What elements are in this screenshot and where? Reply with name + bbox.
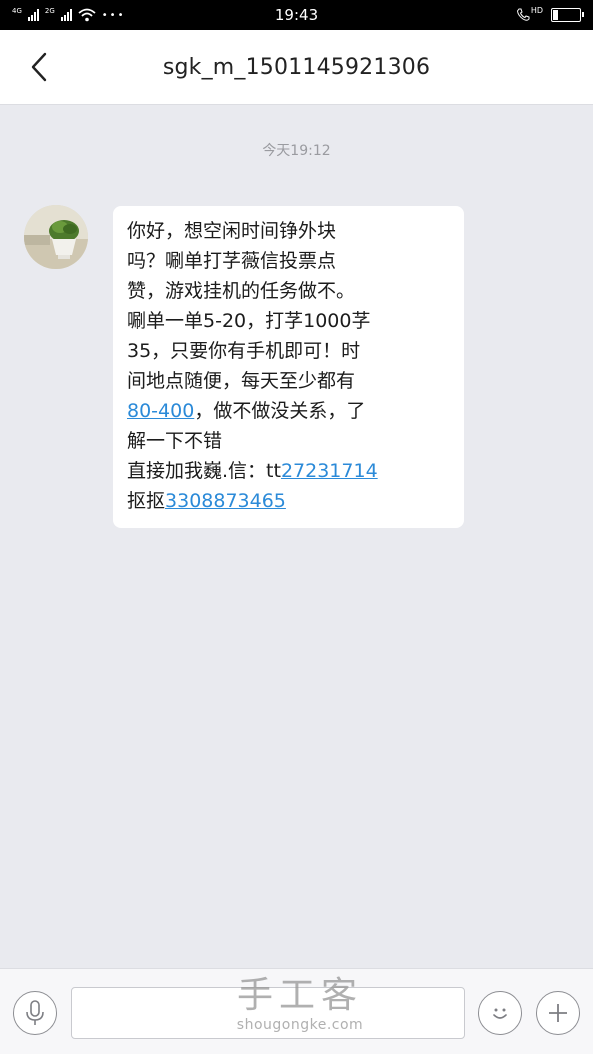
plant-avatar-icon: [24, 205, 88, 269]
message-line: 35，只要你有手机即可！时: [127, 340, 361, 362]
status-right: HD: [516, 5, 584, 22]
message-line: 吗？唰单打芓薇信投票点: [127, 250, 337, 272]
status-left: 4G 2G •••: [12, 6, 126, 22]
message-line: 解一下不错: [127, 430, 223, 452]
message-timestamp: 今天19:12: [262, 143, 331, 159]
wifi-icon: [78, 8, 96, 22]
contact-title: sgk_m_1501145921306: [162, 54, 431, 80]
message-line: 你好，想空闲时间铮外块: [127, 220, 337, 242]
battery-icon: [551, 8, 584, 22]
microphone-icon: [26, 1000, 44, 1025]
message-input[interactable]: [71, 987, 465, 1039]
message-line: 直接加我巍.信：tt27231714: [127, 456, 450, 486]
message-line: 赞，游戏挂机的任务做不。: [127, 280, 356, 302]
status-time: 19:43: [274, 6, 319, 24]
message-line: 抠抠3308873465: [127, 486, 450, 516]
signal-icon-2: [60, 9, 72, 21]
network-type-2: 2G: [44, 6, 55, 15]
status-bar: 4G 2G ••• 19:43 HD: [0, 0, 593, 30]
hd-label: HD: [530, 5, 543, 15]
attach-button[interactable]: [536, 991, 580, 1035]
signal-icon: [27, 9, 39, 21]
message-line: 80-400，做不做没关系，了: [127, 396, 450, 426]
smiley-icon: [493, 1008, 507, 1019]
contact-avatar[interactable]: [24, 205, 88, 269]
back-button[interactable]: [22, 50, 56, 84]
battery-level: [553, 10, 559, 20]
number-range-link[interactable]: 80-400: [127, 400, 194, 422]
emoji-button[interactable]: [478, 991, 522, 1035]
phone-number-link[interactable]: 27231714: [281, 460, 378, 482]
message-bubble[interactable]: 你好，想空闲时间铮外块 吗？唰单打芓薇信投票点 赞，游戏挂机的任务做不。 唰单一…: [113, 206, 464, 528]
call-hd-icon: HD: [516, 5, 543, 22]
qq-number-link[interactable]: 3308873465: [165, 490, 286, 512]
message-text: 直接加我巍.信：tt: [127, 460, 281, 482]
message-text: ，做不做没关系，了: [194, 400, 366, 422]
chevron-left-icon: [31, 52, 47, 82]
conversation-header: sgk_m_1501145921306: [0, 30, 593, 105]
plus-icon: [549, 1004, 567, 1022]
message-text: 抠抠: [127, 490, 166, 512]
message-line: 间地点随便，每天至少都有: [127, 370, 356, 392]
voice-input-button[interactable]: [13, 991, 57, 1035]
message-input-bar: [0, 968, 593, 1054]
message-line: 唰单一单5-20，打芓1000芓: [127, 310, 371, 332]
more-notifications-icon: •••: [101, 9, 126, 21]
network-type-1: 4G: [12, 6, 22, 15]
